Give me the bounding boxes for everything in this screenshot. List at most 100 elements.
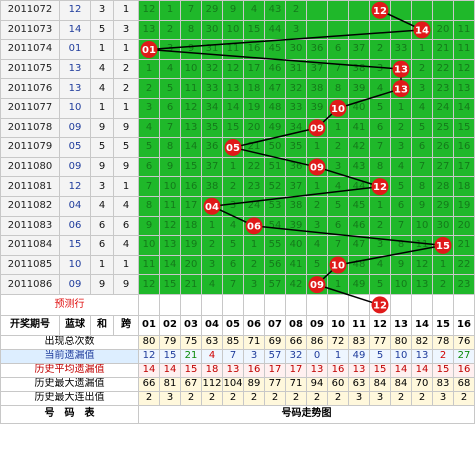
stats-value: 10 — [390, 348, 412, 364]
omission-cell: 4 — [159, 58, 181, 80]
stats-value: 7 — [222, 348, 244, 364]
omission-cell: 57 — [264, 274, 286, 295]
stats-value: 15 — [369, 362, 391, 378]
sum-value: 4 — [90, 195, 114, 217]
omission-cell: 5 — [369, 274, 391, 295]
stats-value: 14 — [411, 362, 433, 378]
omission-cell: 4 — [411, 97, 433, 119]
draw-row: 2011080 09 9 9 6 9 15 37 1 22 51 36 09 3 43 8 4 7 27 17 — [0, 156, 475, 178]
omission-cell: 5 — [411, 117, 433, 139]
omission-cell: 1 — [306, 176, 328, 197]
lottery-trend-chart: 2011072 12 3 1 12 1 7 29 9 4 43 2 12 2011073 14 5 3 13 2 8 3… — [0, 0, 476, 456]
prediction-cell — [243, 293, 265, 316]
span-value: 9 — [113, 156, 139, 178]
omission-cell: 56 — [264, 254, 286, 276]
stats-value: 3 — [159, 390, 181, 406]
omission-cell — [327, 0, 349, 21]
omission-cell: 48 — [264, 97, 286, 119]
omission-cell: 34 — [285, 117, 307, 139]
stats-value: 66 — [138, 376, 160, 392]
omission-cell: 52 — [264, 176, 286, 197]
stats-value: 86 — [306, 334, 328, 350]
omission-cell: 10 — [159, 176, 181, 197]
stats-value: 2 — [432, 348, 454, 364]
sum-value: 4 — [90, 78, 114, 99]
sum-value: 9 — [90, 117, 114, 139]
omission-cell: 55 — [264, 235, 286, 256]
omission-cell: 9 — [159, 156, 181, 178]
stats-value: 3 — [243, 348, 265, 364]
sum-value: 6 — [90, 215, 114, 237]
omission-cell: 15 — [180, 156, 202, 178]
omission-cell: 10 — [327, 97, 349, 119]
omission-cell: 30 — [285, 39, 307, 60]
omission-cell: 10 — [411, 215, 433, 237]
omission-cell: 3 — [243, 274, 265, 295]
issue-number: 2011081 — [0, 176, 60, 197]
omission-cell: 7 — [138, 176, 160, 197]
issue-number: 2011084 — [0, 235, 60, 256]
sum-value: 1 — [90, 39, 114, 60]
stats-value: 15 — [159, 348, 181, 364]
stats-value: 16 — [453, 362, 475, 378]
omission-cell: 7 — [180, 0, 202, 21]
omission-cell: 6 — [390, 195, 412, 217]
omission-cell: 2 — [411, 58, 433, 80]
stats-value: 60 — [327, 376, 349, 392]
stats-value: 13 — [222, 362, 244, 378]
omission-cell: 6 — [327, 39, 349, 60]
omission-cell: 06 — [243, 215, 265, 237]
draw-row: 2011077 10 1 1 3 6 12 34 14 19 48 33 39 10 40 5 1 4 24 14 — [0, 97, 475, 119]
blue-ball-number: 12 — [59, 176, 91, 197]
omission-cell: 1 — [138, 58, 160, 80]
omission-cell: 17 — [180, 195, 202, 217]
sum-value: 3 — [90, 0, 114, 21]
omission-cell: 13 — [411, 274, 433, 295]
omission-cell — [369, 19, 391, 41]
header-number: 07 — [264, 314, 286, 336]
omission-cell: 8 — [327, 78, 349, 99]
issue-number: 2011086 — [0, 274, 60, 295]
omission-cell: 49 — [348, 274, 370, 295]
omission-cell: 21 — [453, 235, 475, 256]
sum-value: 5 — [90, 137, 114, 158]
omission-cell: 1 — [306, 137, 328, 158]
omission-cell: 1 — [159, 0, 181, 21]
omission-cell: 46 — [264, 58, 286, 80]
stats-value: 70 — [411, 376, 433, 392]
omission-cell: 33 — [285, 97, 307, 119]
omission-cell: 1 — [432, 254, 454, 276]
omission-cell: 6 — [222, 254, 244, 276]
omission-cell: 12 — [222, 58, 244, 80]
omission-cell: 13 — [453, 78, 475, 99]
omission-cell: 34 — [201, 97, 223, 119]
sum-value: 9 — [90, 156, 114, 178]
omission-cell — [327, 19, 349, 41]
stats-value: 83 — [348, 334, 370, 350]
omission-cell: 11 — [159, 195, 181, 217]
omission-cell: 3 — [369, 235, 391, 256]
stats-value: 80 — [390, 334, 412, 350]
omission-cell: 36 — [201, 137, 223, 158]
sum-value: 3 — [90, 176, 114, 197]
omission-cell: 22 — [432, 58, 454, 80]
omission-cell: 5 — [159, 78, 181, 99]
blue-ball-number: 15 — [59, 235, 91, 256]
footer-right: 号码走势图 — [138, 404, 475, 424]
prediction-cell — [159, 293, 181, 316]
omission-cell: 11 — [453, 39, 475, 60]
sum-value: 6 — [90, 235, 114, 256]
stats-value: 4 — [201, 348, 223, 364]
header-number: 08 — [285, 314, 307, 336]
omission-cell: 4 — [243, 0, 265, 21]
omission-cell: 4 — [201, 274, 223, 295]
omission-cell — [348, 19, 370, 41]
omission-cell: 18 — [453, 176, 475, 197]
blue-ball-number: 13 — [59, 78, 91, 99]
omission-cell: 2 — [369, 39, 391, 60]
stats-value: 71 — [285, 376, 307, 392]
omission-cell: 7 — [390, 215, 412, 237]
omission-cell: 50 — [264, 137, 286, 158]
stats-row: 历史平均遗漏值 14 14 15 18 13 16 17 17 13 16 13 15 14 14 15 16 — [0, 362, 475, 378]
omission-cell: 2 — [327, 137, 349, 158]
